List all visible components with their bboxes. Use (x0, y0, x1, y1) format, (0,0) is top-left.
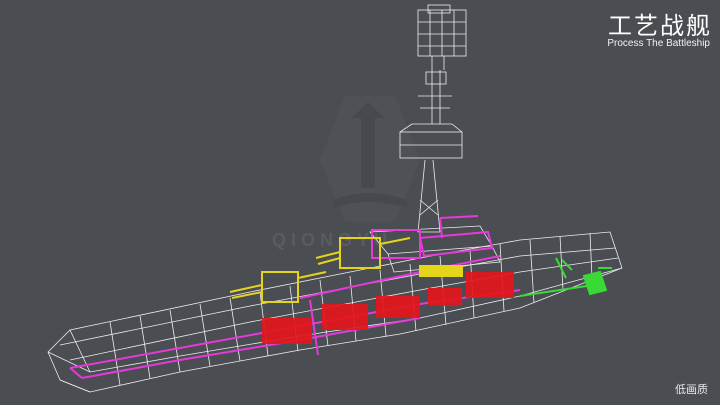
battleship-wireframe-render: QIONGYU (47, 4, 623, 393)
compartments-red (262, 272, 514, 344)
compartment-mid-2 (376, 296, 420, 318)
video-frame: QIONGYU 工艺战舰 Process The Battleship 低画质 (0, 0, 720, 405)
video-subtitle: Process The Battleship (607, 38, 710, 49)
turret-aft (261, 271, 299, 303)
quality-toggle-button[interactable]: 低画质 (675, 381, 708, 397)
watermark-logo (320, 96, 420, 222)
compartment-fore (466, 272, 514, 298)
watermark-text: QIONGYU (272, 230, 392, 250)
compartment-aft (262, 318, 312, 344)
compartment-mid-1 (322, 304, 368, 330)
compartment-mid-3 (428, 288, 462, 306)
video-title: 工艺战舰 (608, 12, 712, 40)
turret-deck-block (419, 265, 463, 277)
